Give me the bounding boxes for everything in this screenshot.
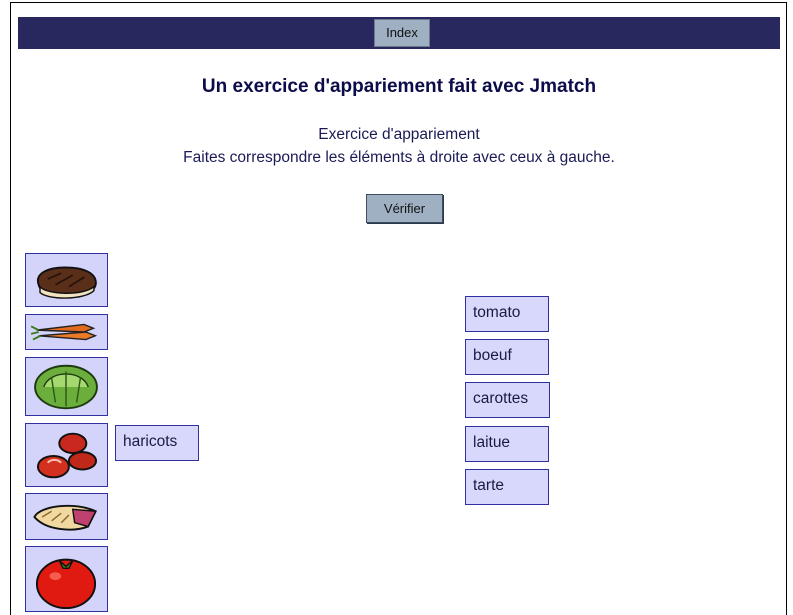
word-tile-carottes[interactable]: carottes: [465, 382, 550, 418]
exercise-instructions: Faites correspondre les éléments à droit…: [183, 149, 615, 166]
carrots-icon: [30, 323, 98, 341]
carrots-image-tile: [25, 314, 108, 350]
lettuce-image-tile: [25, 357, 108, 416]
steak-image-tile: [25, 253, 108, 307]
steak-icon: [37, 266, 97, 299]
word-tile-laitue[interactable]: laitue: [465, 426, 549, 462]
tomato-icon: [35, 558, 97, 610]
word-tile-tomato[interactable]: tomato: [465, 296, 549, 332]
beans-icon: [36, 432, 98, 479]
beans-image-tile: [25, 423, 108, 487]
placed-word-haricots[interactable]: haricots: [115, 425, 199, 461]
page-title: Un exercice d'appariement fait avec Jmat…: [201, 76, 597, 97]
word-tile-tarte[interactable]: tarte: [465, 469, 549, 505]
lettuce-icon: [34, 364, 98, 410]
pie-icon: [33, 504, 98, 531]
tomato-image-tile: [25, 546, 108, 612]
index-button[interactable]: Index: [374, 19, 430, 47]
pie-image-tile: [25, 493, 108, 540]
word-tile-boeuf[interactable]: boeuf: [465, 339, 549, 375]
check-button[interactable]: Vérifier: [366, 194, 443, 223]
exercise-subtitle: Exercice d'appariement: [318, 126, 480, 143]
